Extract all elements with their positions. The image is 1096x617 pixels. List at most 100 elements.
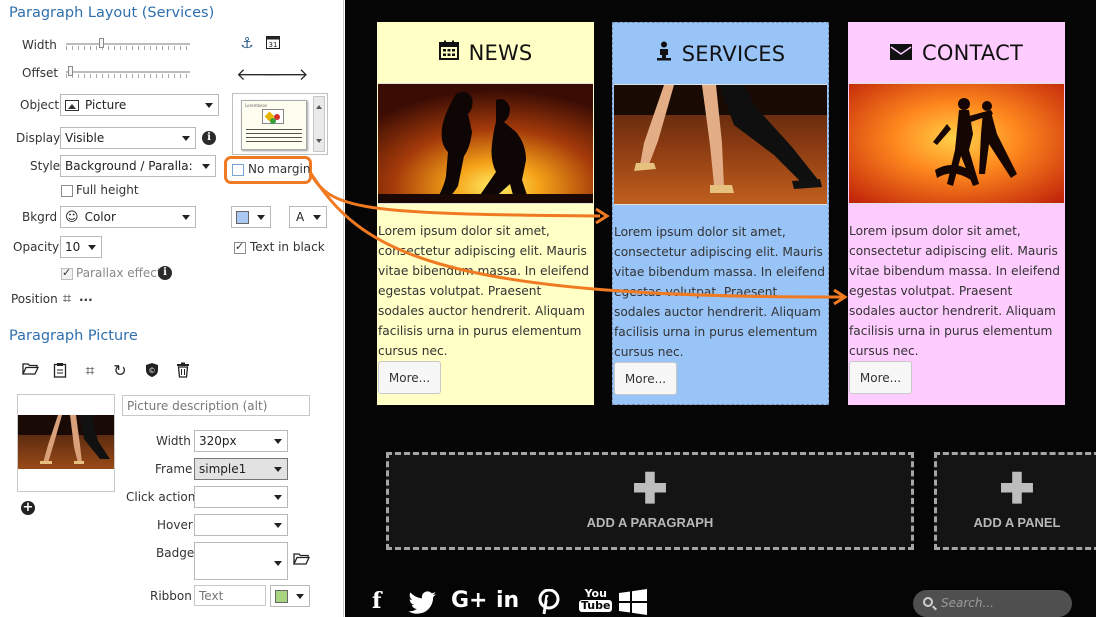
pinterest-icon[interactable] [537,587,561,615]
picture-alt-placeholder: Picture description (alt) [127,398,268,413]
add-paragraph-button[interactable]: ✚ ADD A PARAGRAPH [386,452,914,550]
contact-more-button[interactable]: More... [849,361,912,394]
thumbnail-scrollbar[interactable] [313,96,325,152]
news-card-header: NEWS [377,22,594,83]
arrow-left-icon[interactable]: 🡐 [236,66,282,84]
offset-label: Offset [22,66,59,80]
layout-thumbnail-frame[interactable]: Lorembeos [232,93,328,155]
page-preview: NEWS Lorem ipsum dolor sit amet, consect… [345,0,1096,617]
bkgrd-select-value: Color [84,210,116,224]
youtube-icon[interactable]: You Tube [579,588,613,616]
display-select-value: Visible [65,131,105,145]
offset-slider[interactable] [66,66,190,78]
object-select[interactable]: Picture [60,94,219,116]
person-icon [656,41,672,66]
style-select[interactable]: Background / Paralla: [60,155,216,177]
badge-label: Badge [156,546,195,560]
picture-width-select[interactable]: 320px [194,430,288,452]
add-picture-icon[interactable]: + [21,501,35,515]
contact-card-text: Lorem ipsum dolor sit amet, consectetur … [849,224,1060,358]
google-plus-icon[interactable]: G+ [451,587,488,615]
services-card[interactable]: SERVICES Lorem ipsum dolor sit amet, con… [612,22,829,405]
anchor-icon[interactable]: ⚓ [238,34,256,52]
frame-label: Frame [155,462,193,476]
services-more-button[interactable]: More... [614,362,677,395]
frame-select-value: simple1 [199,462,247,476]
news-more-button[interactable]: More... [378,361,441,394]
search-placeholder: Search... [941,596,994,610]
envelope-icon [890,41,912,65]
opacity-select[interactable]: 10 [60,236,102,258]
layout-thumbnail: Lorembeos [241,100,307,150]
offset-slider-thumb[interactable] [68,66,73,76]
rotate-icon[interactable]: ↻ [111,362,129,380]
calendar-icon[interactable]: 31 [264,34,282,52]
style-select-value: Background / Paralla: [65,159,193,173]
services-card-image [614,84,827,205]
frame-select[interactable]: simple1 [194,458,288,480]
add-panel-label: ADD A PANEL [973,515,1061,530]
text-in-black-checkbox[interactable] [234,240,246,254]
crop-picture-icon[interactable]: ⌗ [81,362,99,380]
picture-section-title: Paragraph Picture [9,328,138,344]
windows-icon[interactable] [619,587,647,615]
picture-icon [65,99,79,111]
news-card-image [378,83,593,204]
width-slider[interactable] [66,38,190,50]
add-paragraph-plus-icon: ✚ [632,465,668,512]
badge-folder-icon[interactable] [292,552,310,570]
opacity-select-value: 10 [65,240,81,254]
click-action-select[interactable] [194,486,288,508]
hover-select[interactable] [194,514,288,536]
calendar-icon [438,40,459,65]
facebook-icon[interactable]: f [372,587,381,615]
object-label: Object [20,98,60,112]
no-margin-label: No margin [248,162,311,176]
picture-alt-input[interactable]: Picture description (alt) [122,395,310,416]
badge-select[interactable] [194,542,288,580]
position-ellipsis[interactable]: ... [79,290,93,304]
twitter-icon[interactable] [407,587,437,615]
click-action-label: Click action [126,490,196,504]
add-panel-button[interactable]: ✚ ADD A PANEL [934,452,1096,550]
clipboard-icon[interactable] [51,362,69,380]
shield-icon[interactable]: © [143,362,161,380]
width-slider-thumb[interactable] [99,38,104,48]
palette-icon: ☺ [65,209,79,225]
contact-card-header: CONTACT [848,22,1065,83]
arrow-right-icon[interactable]: 🡒 [263,66,309,84]
text-color-picker[interactable]: A [289,206,327,228]
folder-open-icon[interactable] [21,362,39,380]
width-label: Width [22,38,57,52]
ribbon-color-swatch [275,589,288,603]
parallax-info-icon[interactable]: i [158,266,172,280]
contact-card[interactable]: CONTACT Lorem ipsum dolor sit amet, cons… [848,22,1065,405]
add-paragraph-label: ADD A PARAGRAPH [586,515,714,530]
display-select[interactable]: Visible [60,127,196,149]
news-card[interactable]: NEWS Lorem ipsum dolor sit amet, consect… [377,22,594,405]
bg-color-picker[interactable] [231,206,271,228]
parallax-checkbox[interactable] [61,266,73,280]
crop-icon[interactable]: ⌗ [58,289,76,307]
no-margin-checkbox[interactable] [232,164,244,176]
display-info-icon[interactable]: i [202,131,216,145]
ribbon-label: Ribbon [150,589,192,603]
bkgrd-select[interactable]: ☺ Color [60,206,196,228]
search-input[interactable]: Search... [913,590,1072,617]
news-card-title: NEWS [468,40,533,65]
ribbon-text-input[interactable]: Text [194,585,266,606]
picture-width-value: 320px [199,434,237,448]
youtube-bottom-text: Tube [579,599,613,612]
svg-text:31: 31 [269,41,278,49]
ribbon-text-placeholder: Text [199,588,224,603]
trash-icon[interactable] [174,362,192,380]
picture-thumbnail[interactable] [17,394,115,492]
text-in-black-label: Text in black [250,240,325,254]
full-height-checkbox[interactable] [61,185,73,197]
thumbnail-caption: Lorembeos [245,103,268,108]
opacity-label: Opacity [13,240,60,254]
ribbon-color-picker[interactable] [270,585,310,607]
display-label: Display [16,131,61,145]
linkedin-icon[interactable]: in [496,587,519,615]
full-height-label: Full height [76,183,139,197]
